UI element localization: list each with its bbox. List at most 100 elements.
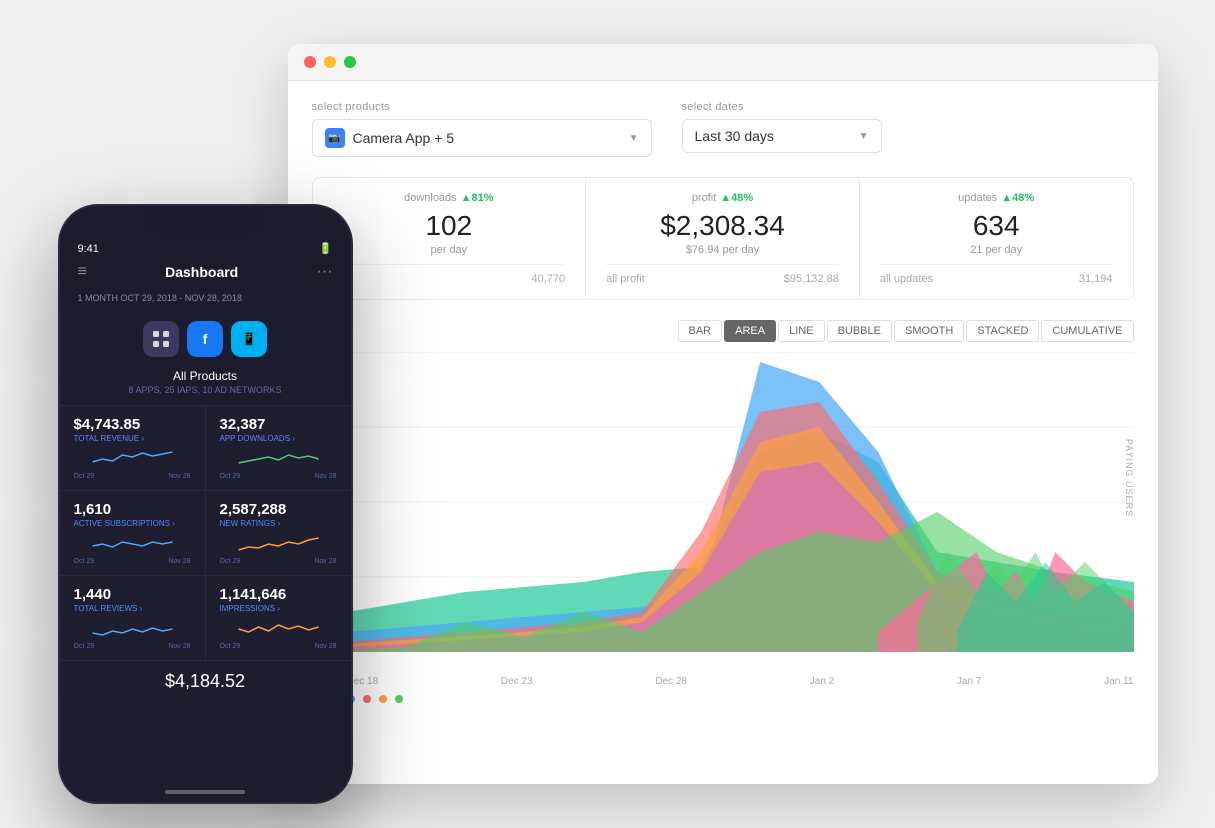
profit-badge: ▲48%: [720, 192, 753, 204]
products-label: select products: [312, 101, 652, 113]
phone-app-icons: f 📱: [60, 313, 351, 365]
tab-line[interactable]: LINE: [778, 320, 824, 342]
tab-stacked[interactable]: STACKED: [966, 320, 1039, 342]
phone-time: 9:41: [78, 243, 99, 255]
phone-date-row: 1 MONTH OCT 29, 2018 - NOV 28, 2018: [60, 291, 351, 305]
phone-screen: 9:41 🔋 ≡ Dashboard ··· 1 MONTH OCT 29, 2…: [60, 206, 351, 802]
profit-footer-label: all profit: [606, 273, 645, 285]
chart-container: BAR AREA LINE BUBBLE SMOOTH STACKED CUMU…: [312, 320, 1134, 700]
phone-impressions-sparkline: [220, 617, 337, 637]
desktop-window: select products 📷 Camera App + 5 ▼ selec…: [288, 44, 1158, 784]
phone-reviews-value: 1,440: [74, 586, 191, 603]
phone-revenue-label[interactable]: TOTAL REVENUE ›: [74, 434, 191, 443]
updates-footer: all updates 31,194: [880, 264, 1113, 285]
phone-metric-subscriptions: 1,610 ACTIVE SUBSCRIPTIONS › Oct 29Nov 2…: [60, 491, 205, 575]
phone-impressions-value: 1,141,646: [220, 586, 337, 603]
downloads-stat: downloads ▲81% 102 per day 40,770: [313, 178, 587, 299]
updates-badge: ▲48%: [1001, 192, 1034, 204]
tab-bar[interactable]: BAR: [678, 320, 723, 342]
downloads-footer: 40,770: [333, 264, 566, 285]
phone-metric-downloads: 32,387 APP DOWNLOADS › Oct 29Nov 28: [206, 406, 351, 490]
phone-notch: [145, 206, 265, 234]
phone-ratings-sparkline: [220, 532, 337, 552]
phone-downloads-label[interactable]: APP DOWNLOADS ›: [220, 434, 337, 443]
app-icon: 📷: [325, 128, 345, 148]
phone-ratings-label[interactable]: NEW RATINGS ›: [220, 519, 337, 528]
profit-value: $2,308.34: [606, 210, 839, 242]
profit-footer: all profit $95,132.88: [606, 264, 839, 285]
phone-menu-icon[interactable]: ≡: [78, 263, 87, 281]
phone-app3-icon[interactable]: 📱: [231, 321, 267, 357]
products-value: Camera App + 5: [353, 130, 621, 146]
window-titlebar: [288, 44, 1158, 81]
phone-ratings-value: 2,587,288: [220, 501, 337, 518]
scene: select products 📷 Camera App + 5 ▼ selec…: [58, 24, 1158, 804]
profit-sub: $76.94 per day: [606, 244, 839, 256]
chart-area: PAYING USERS: [347, 352, 1134, 672]
close-button[interactable]: [304, 56, 316, 68]
phone-status-bar: 9:41 🔋: [60, 242, 351, 255]
phone-impressions-label[interactable]: IMPRESSIONS ›: [220, 604, 337, 613]
phone-downloads-sparkline: [220, 447, 337, 467]
phone-impressions-dates: Oct 29Nov 28: [220, 643, 337, 650]
x-label-jan2: Jan 2: [810, 676, 834, 687]
phone-subscriptions-sparkline: [74, 532, 191, 552]
tab-area[interactable]: AREA: [724, 320, 776, 342]
chart-wrapper: 2k 1.5k 1k 500 0: [312, 352, 1134, 672]
phone-reviews-dates: Oct 29Nov 28: [74, 643, 191, 650]
dates-label: select dates: [682, 101, 882, 113]
phone-more-icon[interactable]: ···: [317, 263, 333, 281]
downloads-label: downloads: [404, 192, 457, 204]
profit-label: profit: [692, 192, 716, 204]
phone-section-title: All Products: [60, 369, 351, 383]
downloads-badge: ▲81%: [461, 192, 494, 204]
phone-metric-reviews: 1,440 TOTAL REVIEWS › Oct 29Nov 28: [60, 576, 205, 660]
updates-footer-label: all updates: [880, 273, 933, 285]
maximize-button[interactable]: [344, 56, 356, 68]
phone-revenue-value: $4,743.85: [74, 416, 191, 433]
downloads-sub: per day: [333, 244, 566, 256]
profit-footer-value: $95,132.88: [784, 273, 839, 285]
phone-bottom-value: $4,184.52: [74, 671, 337, 692]
legend-dot-red: [363, 695, 371, 703]
products-dropdown[interactable]: 📷 Camera App + 5 ▼: [312, 119, 652, 157]
phone-facebook-icon[interactable]: f: [187, 321, 223, 357]
chevron-down-icon-dates: ▼: [859, 131, 869, 142]
phone-subscriptions-dates: Oct 29Nov 28: [74, 558, 191, 565]
updates-label: updates: [958, 192, 997, 204]
phone-nav: ≡ Dashboard ···: [60, 259, 351, 285]
x-label-dec23: Dec 23: [501, 676, 533, 687]
phone: 9:41 🔋 ≡ Dashboard ··· 1 MONTH OCT 29, 2…: [58, 204, 353, 804]
phone-home-bar: [165, 790, 245, 794]
x-label-jan11: Jan 11: [1104, 676, 1133, 687]
phone-metric-revenue: $4,743.85 TOTAL REVENUE › Oct 29Nov 28: [60, 406, 205, 490]
tab-cumulative[interactable]: CUMULATIVE: [1041, 320, 1133, 342]
updates-stat: updates ▲48% 634 21 per day all updates …: [860, 178, 1133, 299]
chart-tabs: BAR AREA LINE BUBBLE SMOOTH STACKED CUMU…: [312, 320, 1134, 342]
phone-grid-icon[interactable]: [143, 321, 179, 357]
phone-title: Dashboard: [165, 264, 238, 280]
phone-metric-impressions: 1,141,646 IMPRESSIONS › Oct 29Nov 28: [206, 576, 351, 660]
phone-metric-ratings: 2,587,288 NEW RATINGS › Oct 29Nov 28: [206, 491, 351, 575]
downloads-value: 102: [333, 210, 566, 242]
tab-smooth[interactable]: SMOOTH: [894, 320, 964, 342]
phone-reviews-label[interactable]: TOTAL REVIEWS ›: [74, 604, 191, 613]
chart-y-label: PAYING USERS: [1124, 439, 1134, 517]
phone-battery: 🔋: [319, 242, 333, 255]
stats-row: downloads ▲81% 102 per day 40,770 profit…: [312, 177, 1134, 300]
selectors-row: select products 📷 Camera App + 5 ▼ selec…: [312, 101, 1134, 157]
updates-sub: 21 per day: [880, 244, 1113, 256]
minimize-button[interactable]: [324, 56, 336, 68]
phone-revenue-sparkline: [74, 447, 191, 467]
updates-value: 634: [880, 210, 1113, 242]
phone-revenue-dates: Oct 29Nov 28: [74, 473, 191, 480]
legend-dots: [347, 695, 1134, 703]
legend-dot-orange: [379, 695, 387, 703]
tab-bubble[interactable]: BUBBLE: [827, 320, 892, 342]
dates-dropdown[interactable]: Last 30 days ▼: [682, 119, 882, 153]
phone-subscriptions-label[interactable]: ACTIVE SUBSCRIPTIONS ›: [74, 519, 191, 528]
products-selector-group: select products 📷 Camera App + 5 ▼: [312, 101, 652, 157]
phone-ratings-dates: Oct 29Nov 28: [220, 558, 337, 565]
phone-downloads-dates: Oct 29Nov 28: [220, 473, 337, 480]
updates-footer-value: 31,194: [1079, 273, 1113, 285]
